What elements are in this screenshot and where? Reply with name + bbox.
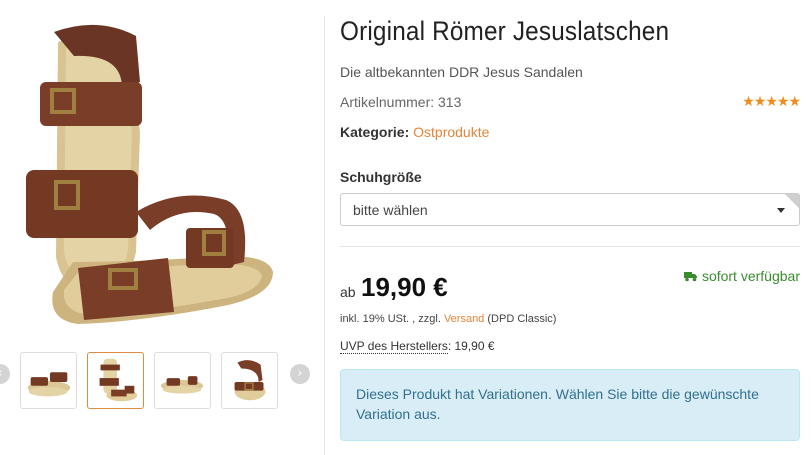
uvp-label[interactable]: UVP des Herstellers xyxy=(340,339,448,354)
sandal-thumb-image xyxy=(160,376,204,394)
variation-alert: Dieses Produkt hat Variationen. Wählen S… xyxy=(340,369,800,441)
size-select[interactable]: bitte wählen xyxy=(340,193,800,226)
sandal-thumb-image xyxy=(234,360,266,401)
chevron-left-icon[interactable]: ‹ xyxy=(0,364,10,384)
sandal-thumb-image xyxy=(99,358,138,402)
availability: sofort verfügbar xyxy=(683,268,800,284)
caret-down-icon xyxy=(777,208,785,213)
corner-marker xyxy=(785,194,799,208)
product-subtitle: Die altbekannten DDR Jesus Sandalen xyxy=(340,64,583,80)
uvp-info: UVP des Herstellers: 19,90 € xyxy=(340,339,495,354)
category-link[interactable]: Ostprodukte xyxy=(413,124,489,140)
availability-text: sofort verfügbar xyxy=(701,268,800,284)
uvp-value: : 19,90 € xyxy=(447,339,495,353)
tax-info: inkl. 19% USt. , zzgl. Versand (DPD Clas… xyxy=(340,313,556,325)
thumbnail-3[interactable] xyxy=(154,352,211,409)
size-select-value: bitte wählen xyxy=(353,202,428,218)
thumbnail-strip: ‹ › xyxy=(0,350,320,410)
price-prefix: ab xyxy=(340,284,356,300)
tax-prefix: inkl. 19% USt. , zzgl. xyxy=(340,313,441,325)
article-row: Artikelnummer: 313 ★★★★★ xyxy=(340,94,801,112)
product-title: Original Römer Jesuslatschen xyxy=(340,16,670,46)
thumbnail-2[interactable] xyxy=(87,352,144,409)
article-number: Artikelnummer: 313 xyxy=(340,94,462,110)
shipping-suffix: (DPD Classic) xyxy=(487,313,557,325)
variation-label: Schuhgröße xyxy=(340,169,422,185)
price-row: ab 19,90 € sofort verfügbar xyxy=(340,268,800,308)
thumbnail-1[interactable] xyxy=(20,352,77,409)
sandals-image xyxy=(26,24,274,324)
shipping-link[interactable]: Versand xyxy=(444,313,484,325)
price-value: 19,90 € xyxy=(361,272,448,302)
chevron-right-icon[interactable]: › xyxy=(290,364,310,384)
sandal-thumb-image xyxy=(27,372,71,397)
product-main-image[interactable] xyxy=(18,22,288,338)
category-row: Kategorie: Ostprodukte xyxy=(340,124,489,140)
category-label: Kategorie: xyxy=(340,124,410,140)
section-divider xyxy=(340,246,800,247)
column-divider xyxy=(324,16,325,455)
truck-icon xyxy=(683,272,697,282)
thumbnail-4[interactable] xyxy=(221,352,278,409)
rating-stars[interactable]: ★★★★★ xyxy=(742,94,801,110)
